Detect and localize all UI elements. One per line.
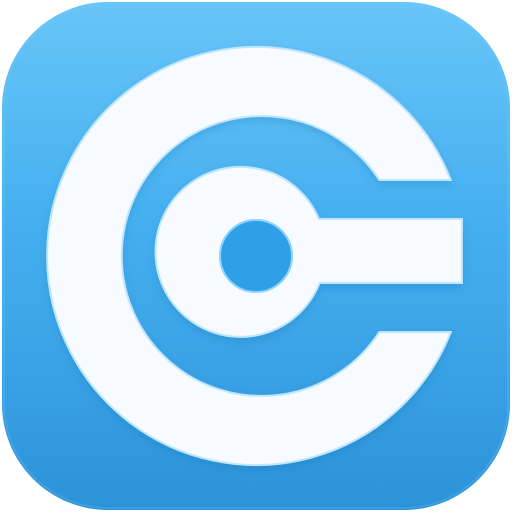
app-icon-stage	[0, 0, 512, 512]
keyhole-center	[219, 219, 293, 293]
app-icon[interactable]	[0, 0, 512, 512]
